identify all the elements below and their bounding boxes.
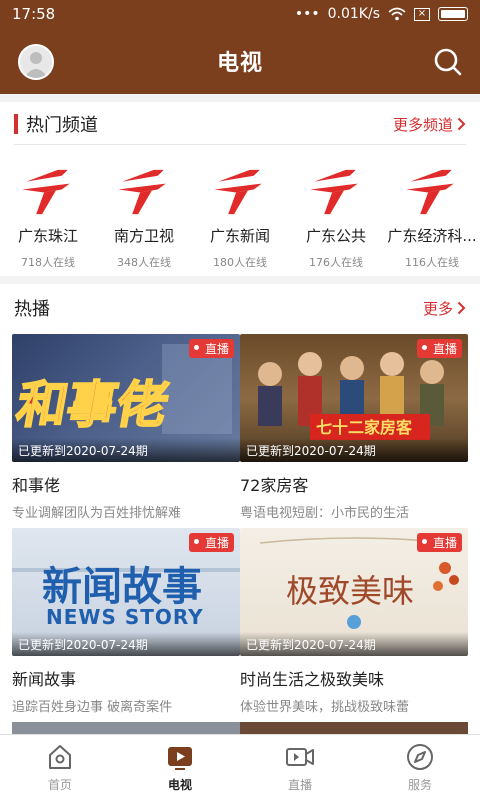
bottom-tab-bar: 首页 电视 直播 服务: [0, 734, 480, 800]
more-channels-label: 更多频道: [392, 115, 453, 134]
channel-item[interactable]: 广东公共 176人在线: [288, 160, 384, 270]
channel-online-count: 180人在线: [213, 256, 267, 269]
tab-service-label: 服务: [407, 778, 432, 792]
channel-online-count: 718人在线: [21, 256, 75, 269]
update-caption: 已更新到2020-07-24期: [12, 438, 240, 462]
tab-service[interactable]: 服务: [360, 735, 480, 800]
show-thumbnail[interactable]: 和事佬 直播 已更新到2020-07-24期: [12, 334, 240, 462]
section-gap: [0, 94, 480, 102]
channel-online-count: 348人在线: [117, 256, 171, 269]
section-accent-bar: [14, 114, 18, 134]
live-badge: 直播: [416, 533, 462, 552]
show-card[interactable]: 和事佬 直播 已更新到2020-07-24期 和事佬 专业调解团队为百姓排忧解难: [12, 334, 240, 521]
show-thumbnail[interactable]: 七十二家房客 直播 已更新到2020-07-24期: [240, 334, 468, 462]
channel-name: 广东公共: [305, 227, 366, 245]
status-time: 17:58: [12, 5, 56, 23]
search-icon: [434, 48, 462, 76]
show-thumbnail[interactable]: 极致美味 直播 已更新到2020-07-24期: [240, 528, 468, 656]
show-card[interactable]: 七十二家房客 直播 已更新到2020-07-24期 72家房客 粤语电视短剧：小…: [240, 334, 468, 521]
show-thumbnail[interactable]: 新闻故事 NEWS STORY 直播 已更新到2020-07-24期: [12, 528, 240, 656]
update-caption: 已更新到2020-07-24期: [240, 632, 468, 656]
thumb-title-text: 极致美味: [286, 572, 414, 610]
channel-logo-icon: [118, 169, 166, 215]
show-title: 时尚生活之极致美味: [240, 670, 385, 689]
more-shows-label: 更多: [422, 299, 453, 318]
show-description: 专业调解团队为百姓排忧解难: [12, 506, 182, 521]
more-shows-link[interactable]: 更多: [423, 298, 466, 319]
show-title: 72家房客: [240, 476, 309, 495]
show-card[interactable]: 新闻故事 NEWS STORY 直播 已更新到2020-07-24期 新闻故事 …: [12, 528, 240, 715]
page-title: 电视: [216, 51, 263, 76]
status-dots: •••: [294, 6, 320, 22]
hot-channels-title: 热门频道: [26, 115, 98, 136]
show-description: 体验世界美味，挑战极致味蕾: [240, 700, 410, 715]
live-badge: 直播: [416, 339, 462, 358]
thumb-title-text: 七十二家房客: [316, 418, 413, 437]
show-card[interactable]: 极致美味 直播 已更新到2020-07-24期 时尚生活之极致美味 体验世界美味…: [240, 528, 468, 715]
status-bar: 17:58 ••• 0.01K/s ×: [0, 0, 480, 28]
channel-item[interactable]: 广东经济科... 116人在线: [384, 160, 480, 270]
battery-icon: [438, 7, 468, 21]
divider: [14, 144, 466, 145]
channel-logo-icon: [22, 169, 70, 215]
tab-home-label: 首页: [47, 778, 72, 792]
channel-item[interactable]: 广东新闻 180人在线: [192, 160, 288, 270]
wifi-icon: [388, 7, 406, 21]
tab-live-label: 直播: [287, 778, 312, 792]
channel-online-count: 116人在线: [405, 256, 459, 269]
user-icon: [24, 52, 48, 78]
video-camera-icon: [286, 748, 314, 766]
channel-logo-icon: [406, 169, 454, 215]
home-icon: [49, 745, 71, 769]
tab-live[interactable]: 直播: [240, 735, 360, 800]
channel-name: 南方卫视: [113, 227, 174, 245]
tab-tv-label: 电视: [167, 778, 192, 792]
avatar[interactable]: [18, 44, 54, 80]
chevron-right-icon: [457, 301, 466, 315]
channel-logo-icon: [214, 169, 262, 215]
hot-channels-header: 热门频道 更多频道: [0, 102, 480, 146]
section-gap: [0, 276, 480, 284]
channel-item[interactable]: 南方卫视 348人在线: [96, 160, 192, 270]
show-title: 新闻故事: [12, 670, 77, 689]
channel-online-count: 176人在线: [309, 256, 363, 269]
more-channels-link[interactable]: 更多频道: [393, 114, 466, 135]
channel-item[interactable]: 广东珠江 718人在线: [0, 160, 96, 270]
channel-logo-icon: [310, 169, 358, 215]
live-badge: 直播: [188, 533, 234, 552]
show-title: 和事佬: [12, 476, 61, 495]
live-badge: 直播: [188, 339, 234, 358]
search-button[interactable]: [432, 46, 464, 78]
network-speed: 0.01K/s: [327, 6, 380, 22]
hot-shows-title: 热播: [14, 299, 50, 320]
status-indicators: ••• 0.01K/s ×: [295, 6, 468, 22]
hot-shows-header: 热播 更多: [0, 286, 480, 330]
sim-x-icon: ×: [414, 7, 430, 21]
thumb-title-text: 新闻故事: [42, 564, 202, 610]
tab-tv[interactable]: 电视: [120, 735, 240, 800]
channel-name: 广东新闻: [209, 227, 270, 245]
chevron-right-icon: [457, 117, 466, 131]
channel-name: 广东珠江: [17, 227, 78, 245]
show-description: 粤语电视短剧：小市民的生活: [240, 506, 410, 521]
tv-play-icon: [168, 747, 192, 770]
show-description: 追踪百姓身边事 破离奇案件: [12, 700, 173, 715]
channel-name: 广东经济科...: [387, 227, 477, 245]
tab-home[interactable]: 首页: [0, 735, 120, 800]
compass-icon: [407, 744, 433, 770]
thumb-subtitle-text: NEWS STORY: [46, 605, 204, 629]
update-caption: 已更新到2020-07-24期: [240, 438, 468, 462]
update-caption: 已更新到2020-07-24期: [12, 632, 240, 656]
channel-list: 广东珠江 718人在线 南方卫视 348人在线 广东新闻 180人在线 广东公共…: [0, 160, 480, 270]
thumb-title-text: 和事佬: [12, 375, 172, 434]
app-bar: 电视: [0, 28, 480, 94]
